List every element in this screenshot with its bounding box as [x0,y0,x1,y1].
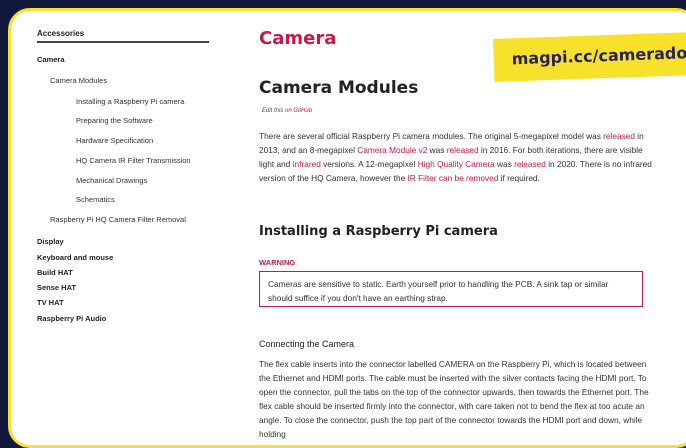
sidebar-item-raspberry-pi-audio[interactable]: Raspberry Pi Audio [37,314,106,323]
subheading-connecting-camera: Connecting the Camera [259,339,355,349]
sidebar-item-filter-removal[interactable]: Raspberry Pi HQ Camera Filter Removal [50,215,186,224]
sidebar-item-installing-camera[interactable]: Installing a Raspberry Pi camera [76,97,184,106]
section-heading-camera-modules: Camera Modules [259,78,419,98]
sidebar-nav: Accessories Camera Camera Modules Instal… [37,11,217,445]
documentation-page: Accessories Camera Camera Modules Instal… [8,8,686,448]
infrared-link[interactable]: infrared [293,159,321,169]
section-heading-installing: Installing a Raspberry Pi camera [259,224,498,239]
sidebar-item-hardware-specification[interactable]: Hardware Specification [76,136,153,145]
ir-filter-link[interactable]: IR Filter can be removed [408,173,499,183]
intro-text: if required. [498,173,540,183]
sidebar-item-camera[interactable]: Camera [37,55,65,64]
sidebar-item-preparing-software[interactable]: Preparing the Software [76,116,153,125]
magpi-url-banner: magpi.cc/camerado [493,31,686,82]
github-link[interactable]: on GitHub [285,108,312,114]
intro-text: was [427,145,447,155]
sidebar-item-build-hat[interactable]: Build HAT [37,268,73,277]
intro-text: was [494,159,515,169]
sidebar-item-schematics[interactable]: Schematics [76,195,115,204]
sidebar-item-mechanical-drawings[interactable]: Mechanical Drawings [76,176,147,185]
sidebar-item-display[interactable]: Display [37,237,64,246]
sidebar-item-tv-hat[interactable]: TV HAT [37,298,64,307]
warning-label: WARNING [259,258,296,267]
connecting-paragraph: The flex cable inserts into the connecto… [259,359,649,439]
released-2016-link[interactable]: released [447,145,479,155]
camera-module-v2-link[interactable]: Camera Module v2 [357,145,427,155]
released-2020-link[interactable]: released [514,159,546,169]
edit-prefix: Edit this [262,108,284,114]
intro-text: There are several official Raspberry Pi … [259,131,604,141]
sidebar-item-camera-modules[interactable]: Camera Modules [50,76,107,85]
sidebar-item-keyboard-mouse[interactable]: Keyboard and mouse [37,253,113,262]
warning-text: Cameras are sensitive to static. Earth y… [268,279,609,303]
page-title: Camera [259,28,337,49]
sidebar-item-sense-hat[interactable]: Sense HAT [37,283,76,292]
banner-url: magpi.cc/camerado [511,43,686,69]
intro-paragraph: There are several official Raspberry Pi … [259,129,657,185]
intro-text: versions. A 12-megapixel [320,159,418,169]
released-2013-link[interactable]: released [603,131,635,141]
sidebar-item-ir-filter-transmission[interactable]: HQ Camera IR Filter Transmission [76,156,191,165]
hq-camera-link[interactable]: High Quality Camera [418,159,495,169]
edit-on-github: Edit this on GitHub [262,104,312,118]
sidebar-title: Accessories [37,29,209,43]
warning-box: Cameras are sensitive to static. Earth y… [259,271,643,307]
